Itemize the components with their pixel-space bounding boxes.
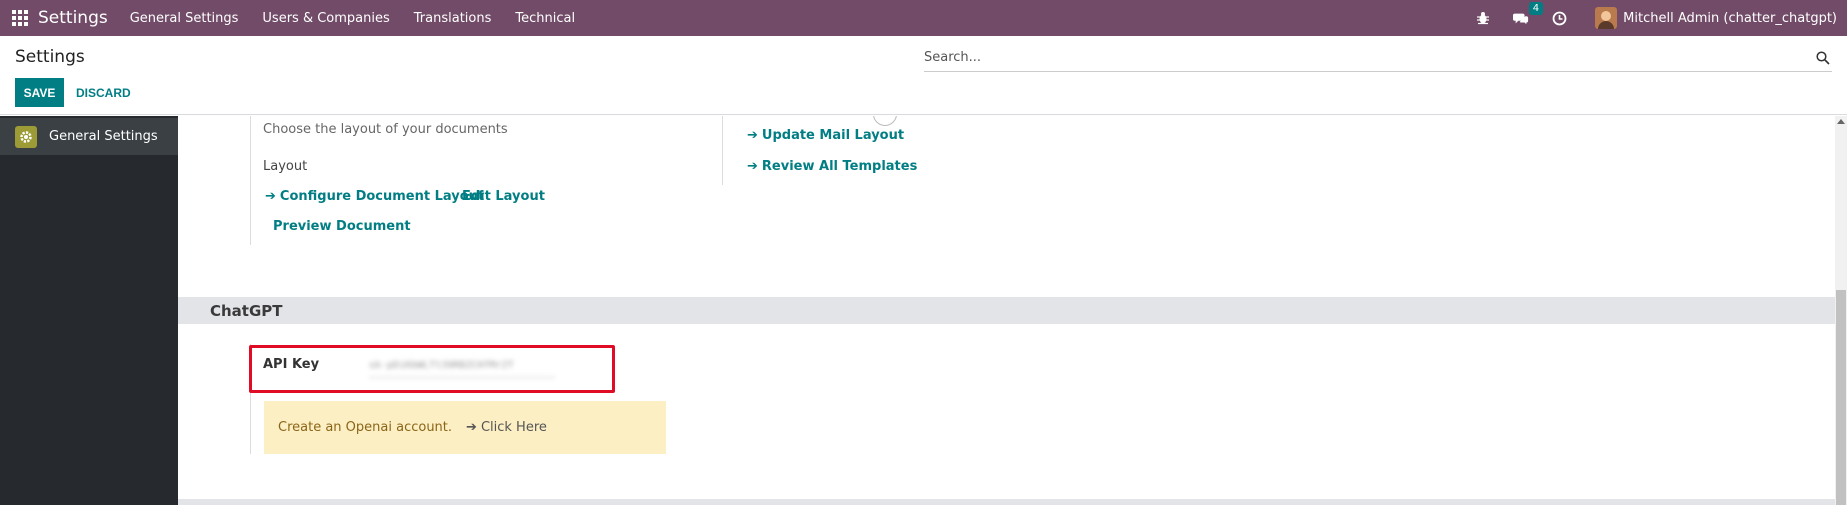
menu-translations[interactable]: Translations xyxy=(414,11,492,26)
api-key-highlight xyxy=(249,345,615,393)
section-title: ChatGPT xyxy=(210,301,283,320)
layout-label: Layout xyxy=(263,159,308,174)
review-all-templates-link[interactable]: ➔ Review All Templates xyxy=(747,159,917,174)
alert-text: Create an Openai account. xyxy=(278,420,453,435)
preview-document-link[interactable]: Preview Document xyxy=(273,219,411,234)
link-label: Review All Templates xyxy=(761,159,918,174)
update-mail-layout-link[interactable]: ➔ Update Mail Layout xyxy=(747,128,904,143)
link-label: Configure Document Layout xyxy=(279,189,485,204)
arrow-right-icon: ➔ xyxy=(747,128,758,143)
search-icon[interactable] xyxy=(1814,49,1832,67)
menu-users-companies[interactable]: Users & Companies xyxy=(262,11,389,26)
page-title: Settings xyxy=(15,47,85,67)
section-header-next xyxy=(178,499,1835,505)
click-here-link[interactable]: ➔ Click Here xyxy=(466,420,547,435)
link-label: Preview Document xyxy=(273,219,411,234)
settings-content: Choose the layout of your documents Layo… xyxy=(178,116,1847,505)
section-header-chatgpt: ChatGPT xyxy=(178,297,1835,324)
divider xyxy=(722,116,723,185)
divider xyxy=(250,116,251,245)
link-label: Click Here xyxy=(480,420,547,435)
scroll-thumb[interactable] xyxy=(1836,290,1846,505)
search-input[interactable] xyxy=(924,50,1814,65)
configure-document-layout-link[interactable]: ➔ Configure Document Layout xyxy=(265,189,484,204)
bug-icon[interactable] xyxy=(1475,10,1491,26)
vertical-scrollbar[interactable] xyxy=(1835,116,1847,505)
link-label: Edit Layout xyxy=(462,189,545,204)
edit-layout-link[interactable]: Edit Layout xyxy=(462,189,545,204)
settings-sidebar: General Settings xyxy=(0,116,178,505)
gear-icon xyxy=(15,125,37,148)
discard-button[interactable]: DISCARD xyxy=(76,78,131,107)
openai-account-alert: Create an Openai account. ➔ Click Here xyxy=(264,401,666,454)
menu-technical[interactable]: Technical xyxy=(515,11,575,26)
apps-grid-icon[interactable] xyxy=(12,10,30,26)
scroll-up-icon[interactable] xyxy=(1837,119,1845,124)
toggle-icon xyxy=(873,116,897,126)
save-button[interactable]: SAVE xyxy=(15,78,64,107)
menu-general-settings[interactable]: General Settings xyxy=(130,11,239,26)
arrow-right-icon: ➔ xyxy=(747,159,758,174)
arrow-right-icon: ➔ xyxy=(265,189,276,204)
link-label: Update Mail Layout xyxy=(761,128,905,143)
arrow-right-icon: ➔ xyxy=(466,420,477,435)
sidebar-item-label: General Settings xyxy=(49,129,158,144)
document-layout-description: Choose the layout of your documents xyxy=(263,122,508,137)
top-navbar: Settings General Settings Users & Compan… xyxy=(0,0,1847,36)
sidebar-item-general-settings[interactable]: General Settings xyxy=(0,118,178,155)
chat-icon[interactable]: 4 xyxy=(1513,2,1544,26)
clock-icon[interactable] xyxy=(1551,10,1567,26)
user-name[interactable]: Mitchell Admin (chatter_chatgpt) xyxy=(1623,11,1837,26)
search-bar xyxy=(924,44,1832,72)
app-title[interactable]: Settings xyxy=(38,8,108,28)
avatar[interactable] xyxy=(1595,7,1618,29)
control-panel: Settings SAVE DISCARD xyxy=(0,36,1847,115)
messages-badge: 4 xyxy=(1528,2,1544,15)
